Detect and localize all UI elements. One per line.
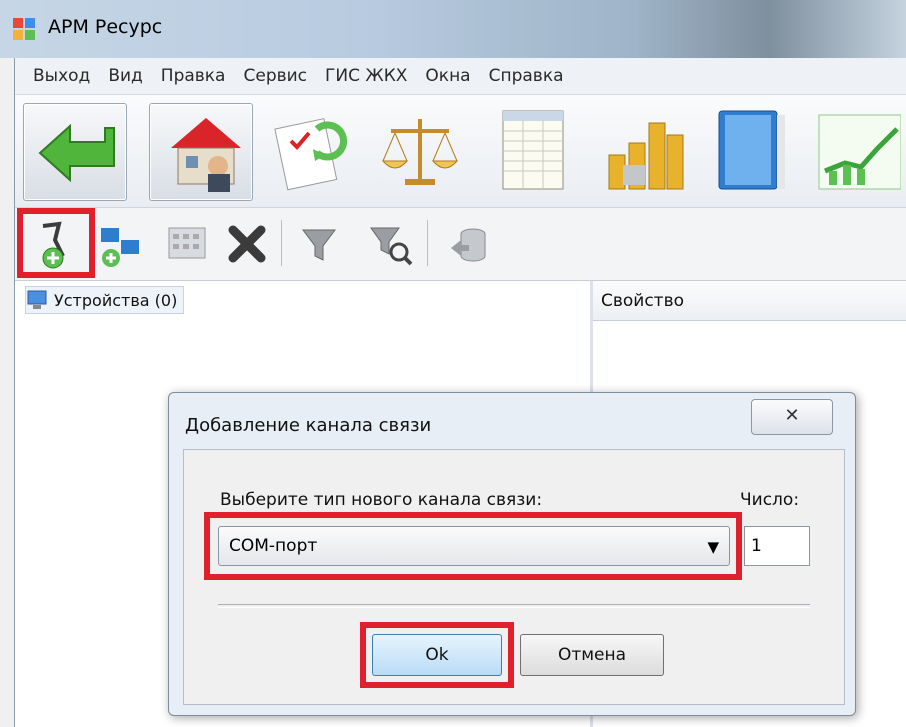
calculator-icon[interactable]: [161, 218, 213, 270]
menu-bar: Выход Вид Правка Сервис ГИС ЖКХ Окна Спр…: [15, 58, 906, 95]
dialog-body: Выберите тип нового канала связи: Число:…: [183, 449, 845, 705]
close-icon: ✕: [784, 405, 800, 426]
add-channel-icon[interactable]: [29, 218, 81, 270]
back-arrow-icon: [38, 123, 115, 183]
scales-icon[interactable]: [375, 105, 465, 195]
toolbar-separator: [281, 220, 282, 266]
house-icon: [171, 118, 241, 192]
menu-gis[interactable]: ГИС ЖКХ: [325, 66, 415, 86]
coins-icon[interactable]: [599, 105, 689, 195]
menu-view[interactable]: Вид: [108, 66, 150, 86]
app-icon: [13, 18, 35, 40]
chart-icon[interactable]: [815, 105, 901, 195]
channel-type-label: Выберите тип нового канала связи:: [220, 490, 543, 510]
dialog-divider: [218, 604, 810, 608]
tree-root-devices[interactable]: Устройства (0): [25, 286, 185, 314]
menu-edit[interactable]: Правка: [161, 66, 234, 86]
channel-type-select[interactable]: COM-порт ▼: [218, 526, 730, 566]
properties-header[interactable]: Свойство: [593, 281, 906, 321]
toolbar-separator: [427, 220, 428, 266]
close-button[interactable]: ✕: [751, 399, 833, 435]
chevron-down-icon: ▼: [707, 538, 719, 556]
menu-exit[interactable]: Выход: [33, 66, 98, 86]
documents-icon[interactable]: [267, 105, 357, 195]
secondary-toolbar: [15, 208, 906, 281]
main-toolbar: [15, 95, 906, 208]
spreadsheet-icon[interactable]: [489, 105, 579, 195]
count-label: Число:: [740, 490, 800, 510]
window-title: АРМ Ресурс: [48, 16, 163, 38]
database-icon[interactable]: [443, 218, 495, 270]
objects-button[interactable]: [149, 103, 253, 201]
delete-icon[interactable]: [221, 218, 273, 270]
menu-service[interactable]: Сервис: [243, 66, 315, 86]
back-button[interactable]: [23, 103, 127, 201]
ok-button[interactable]: Ok: [372, 634, 502, 676]
tree-root-label: Устройства (0): [54, 290, 178, 310]
menu-windows[interactable]: Окна: [425, 66, 478, 86]
book-icon[interactable]: [709, 105, 799, 195]
add-device-icon[interactable]: [95, 218, 147, 270]
filter-search-icon[interactable]: [365, 218, 417, 270]
title-bar: АРМ Ресурс: [0, 0, 906, 58]
menu-help[interactable]: Справка: [489, 66, 572, 86]
computer-icon: [27, 290, 47, 309]
dialog-title: Добавление канала связи: [185, 415, 432, 436]
channel-type-value: COM-порт: [229, 536, 318, 556]
cancel-button[interactable]: Отмена: [520, 634, 664, 676]
count-field[interactable]: [744, 526, 810, 566]
filter-icon[interactable]: [293, 218, 345, 270]
add-channel-dialog: Добавление канала связи ✕ Выберите тип н…: [168, 392, 856, 716]
